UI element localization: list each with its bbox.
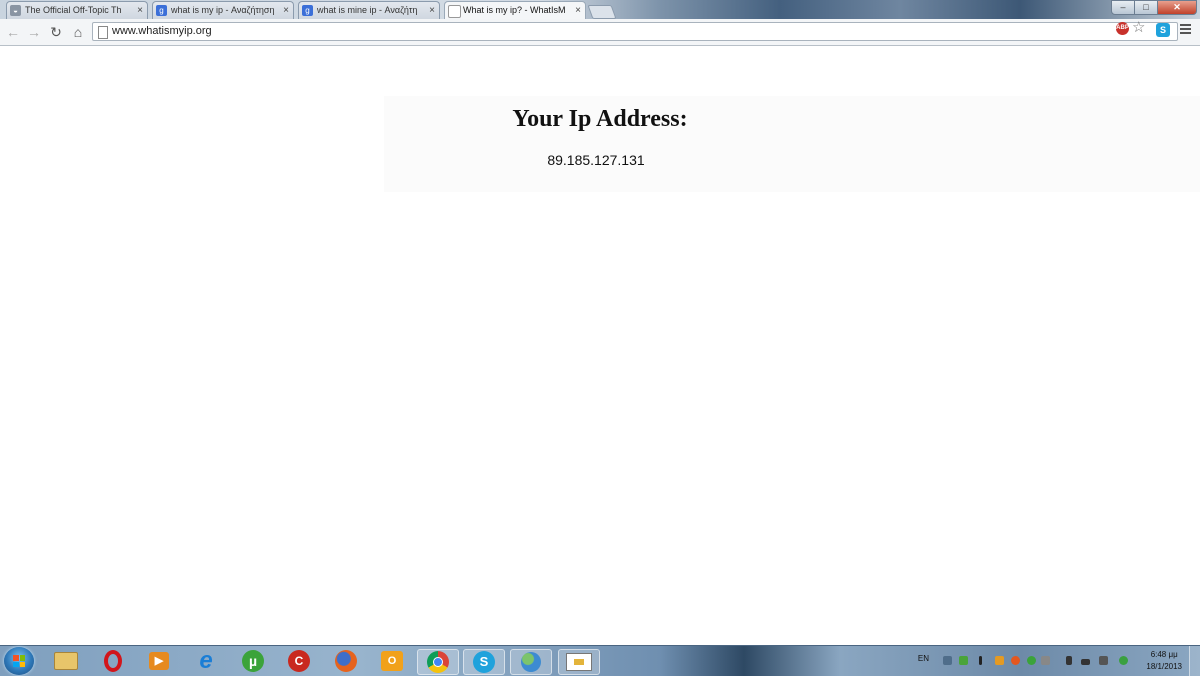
tab-title: what is mine ip - Αναζήτη: [317, 5, 418, 15]
show-desktop-button[interactable]: [1189, 646, 1200, 676]
network-icon[interactable]: [1081, 659, 1090, 665]
reload-button[interactable]: ↻: [47, 23, 65, 41]
address-bar-url[interactable]: www.whatismyip.org: [112, 23, 212, 40]
close-tab-icon[interactable]: ×: [283, 2, 289, 19]
home-button[interactable]: ⌂: [69, 23, 87, 41]
tab-strip: ◒ The Official Off-Topic Th × g what is …: [0, 0, 1200, 19]
clock-date: 18/1/2013: [1146, 662, 1182, 671]
messenger-icon[interactable]: [510, 649, 552, 675]
maximize-button[interactable]: □: [1134, 0, 1158, 15]
tab-title: What is my ip? - WhatIsM: [463, 5, 566, 15]
minimize-button[interactable]: ‒: [1111, 0, 1135, 15]
google-icon: g: [156, 5, 167, 16]
address-bar[interactable]: www.whatismyip.org: [92, 22, 1178, 41]
page-content: Your Ip Address: 89.185.127.131: [0, 46, 1200, 645]
media-player-icon[interactable]: ▶: [145, 649, 173, 673]
chrome-icon[interactable]: [417, 649, 459, 675]
forward-button[interactable]: →: [25, 23, 43, 41]
alert-icon[interactable]: [979, 656, 982, 665]
page-icon: [448, 5, 461, 18]
close-tab-icon[interactable]: ×: [137, 2, 143, 19]
tab-off-topic-thread[interactable]: ◒ The Official Off-Topic Th ×: [6, 1, 148, 19]
paint-icon[interactable]: [558, 649, 600, 675]
ip-address-value: 89.185.127.131: [547, 152, 645, 168]
tab-title: The Official Off-Topic Th: [25, 5, 122, 15]
firefox-icon[interactable]: [332, 649, 360, 673]
opera-icon[interactable]: [99, 649, 127, 673]
volume-icon[interactable]: [1099, 656, 1108, 665]
bookmark-star-icon[interactable]: ☆: [1132, 19, 1145, 37]
language-indicator[interactable]: EN: [918, 654, 929, 663]
start-button[interactable]: [4, 647, 34, 675]
back-button[interactable]: ←: [4, 23, 22, 41]
clock[interactable]: 6:48 μμ 18/1/2013: [1146, 649, 1182, 673]
page-icon: [98, 26, 108, 39]
tab-google-search-1[interactable]: g what is my ip - Αναζήτηση ×: [152, 1, 294, 19]
close-window-button[interactable]: ✕: [1157, 0, 1197, 15]
monitor-icon[interactable]: [943, 656, 952, 665]
windows-logo-icon: [13, 655, 25, 667]
window-controls: ‒ □ ✕: [1111, 0, 1197, 15]
update-icon[interactable]: [1011, 656, 1020, 665]
chrome-menu-button[interactable]: [1180, 24, 1194, 38]
close-tab-icon[interactable]: ×: [575, 2, 581, 19]
antivirus-icon[interactable]: [1119, 656, 1128, 665]
outlook-icon[interactable]: O: [378, 649, 406, 673]
skype-icon[interactable]: S: [463, 649, 505, 675]
utorrent-icon[interactable]: µ: [239, 649, 267, 673]
ccleaner-icon[interactable]: C: [285, 649, 313, 673]
security-icon[interactable]: [959, 656, 968, 665]
action-center-flag-icon[interactable]: [1066, 656, 1072, 665]
package-icon[interactable]: [995, 656, 1004, 665]
windows-explorer-icon[interactable]: [52, 649, 80, 673]
windows-taskbar: ▶ e µ C O S EN 6:48 μμ 18/1/2013: [0, 645, 1200, 676]
close-tab-icon[interactable]: ×: [429, 2, 435, 19]
utorrent-tray-icon[interactable]: [1027, 656, 1036, 665]
forum-icon: ◒: [10, 5, 21, 16]
speaker-muted-icon[interactable]: [1041, 656, 1050, 665]
adblock-icon[interactable]: ABP: [1116, 22, 1129, 35]
skype-extension-icon[interactable]: S: [1156, 23, 1170, 37]
system-tray: EN 6:48 μμ 18/1/2013: [900, 646, 1200, 676]
page-heading: Your Ip Address:: [512, 106, 688, 132]
new-tab-button[interactable]: [587, 5, 617, 19]
tab-title: what is my ip - Αναζήτηση: [171, 5, 275, 15]
google-icon: g: [302, 5, 313, 16]
browser-toolbar: ← → ↻ ⌂ www.whatismyip.org ABP ☆ S: [0, 19, 1200, 46]
tab-google-search-2[interactable]: g what is mine ip - Αναζήτη ×: [298, 1, 440, 19]
internet-explorer-icon[interactable]: e: [192, 647, 220, 674]
clock-time: 6:48 μμ: [1150, 650, 1178, 659]
tab-whatismyip[interactable]: What is my ip? - WhatIsM ×: [444, 1, 586, 19]
